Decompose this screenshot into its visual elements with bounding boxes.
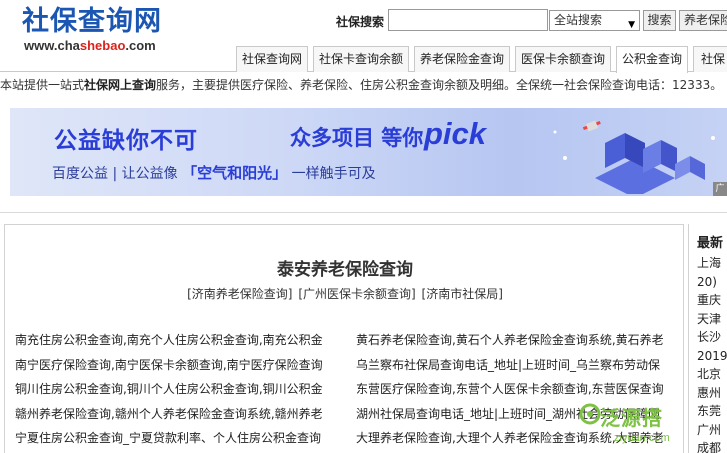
tab-social-security[interactable]: 社保 (693, 46, 727, 72)
watermark-url: ziyuan.com (614, 432, 670, 444)
sidebar-item[interactable]: 惠州 (697, 384, 727, 403)
list-item[interactable]: 黄石养老保险查询,黄石个人养老保险金查询系统,黄石养老 (356, 328, 686, 353)
banner-pick: pick (424, 116, 487, 151)
tab-medical-card[interactable]: 医保卡余额查询 (515, 46, 611, 72)
list-item[interactable]: 南宁医疗保险查询,南宁医保卡余额查询,南宁医疗保险查询 (15, 353, 333, 378)
pension-search-button[interactable]: 养老保险 (679, 10, 727, 31)
sidebar-item[interactable]: 20) (697, 273, 727, 292)
site-notice: 本站提供一站式社保网上查询服务，主要提供医疗保险、养老保险、住房公积金查询余额及… (0, 78, 723, 92)
logo-title: 社保查询网 (22, 6, 162, 37)
page-title: 泰安养老保险查询 (277, 260, 413, 280)
article-list-left: 南充住房公积金查询,南充个人住房公积金查询,南充公积金 南宁医疗保险查询,南宁医… (15, 328, 333, 451)
search-button[interactable]: 搜索 (643, 10, 676, 31)
sidebar-item[interactable]: 长沙 (697, 328, 727, 347)
related-link-guangzhou-medical[interactable]: [广州医保卡余额查询] (298, 287, 415, 301)
divider (0, 212, 727, 213)
tab-housing-fund[interactable]: 公积金查询 (616, 46, 688, 73)
list-item[interactable]: 宁夏住房公积金查询_宁夏贷款利率、个人住房公积金查询 (15, 426, 333, 451)
list-item[interactable]: 南充住房公积金查询,南充个人住房公积金查询,南充公积金 (15, 328, 333, 353)
banner-tagline: 众多项目 等你 (290, 126, 424, 150)
banner-ad[interactable]: 公益缺你不可 众多项目 等你 pick 百度公益 | 让公益像 「空气和阳光」 … (10, 108, 727, 196)
sidebar-item[interactable]: 北京 (697, 365, 727, 384)
latest-sidebar: 最新 上海 20) 重庆 天津 长沙 2019 北京 惠州 东莞 广州 成都 (688, 224, 727, 453)
sidebar-item[interactable]: 上海 (697, 254, 727, 273)
tab-card-balance[interactable]: 社保卡查询余额 (313, 46, 409, 72)
list-item[interactable]: 东营医疗保险查询,东营个人医保卡余额查询,东营医保查询 (356, 377, 686, 402)
list-item[interactable]: 乌兰察布社保局查询电话_地址|上班时间_乌兰察布劳动保 (356, 353, 686, 378)
sidebar-item[interactable]: 重庆 (697, 291, 727, 310)
related-link-jinan-bureau[interactable]: [济南市社保局] (422, 287, 503, 301)
search-scope-value: 全站搜索 (554, 13, 603, 27)
banner-title: 公益缺你不可 (54, 128, 198, 154)
sidebar-list: 上海 20) 重庆 天津 长沙 2019 北京 惠州 东莞 广州 成都 (697, 254, 727, 453)
sidebar-item[interactable]: 2019 (697, 347, 727, 366)
sidebar-title: 最新 (697, 236, 724, 251)
list-item[interactable]: 赣州养老保险查询,赣州个人养老保险金查询系统,赣州养老 (15, 402, 333, 427)
sidebar-item[interactable]: 成都 (697, 439, 727, 453)
sidebar-item[interactable]: 东莞 (697, 402, 727, 421)
banner-subtitle: 百度公益 | 让公益像 「空气和阳光」 一样触手可及 (52, 164, 376, 182)
list-item[interactable]: 铜川住房公积金查询,铜川个人住房公积金查询,铜川公积金 (15, 377, 333, 402)
city-illustration-icon (553, 120, 715, 194)
chevron-down-icon: ▼ (628, 20, 635, 30)
tab-home[interactable]: 社保查询网 (236, 46, 308, 72)
sidebar-item[interactable]: 广州 (697, 421, 727, 440)
sidebar-item[interactable]: 天津 (697, 310, 727, 329)
watermark: 泛源搭 ziyuan.com (578, 402, 688, 452)
tab-pension[interactable]: 养老保险金查询 (414, 46, 510, 72)
watermark-logo-icon (579, 403, 601, 425)
main-nav: 社保查询网 社保卡查询余额 养老保险金查询 医保卡余额查询 公积金查询 社保 (0, 44, 727, 73)
search-scope-select[interactable]: 全站搜索 ▼ (549, 10, 640, 31)
search-label: 社保搜索 (336, 15, 385, 29)
watermark-text: 泛源搭 (600, 406, 663, 430)
ad-badge[interactable]: 广 (713, 182, 727, 196)
search-input[interactable] (388, 9, 548, 31)
related-links: [济南养老保险查询] [广州医保卡余额查询] [济南市社保局] (5, 285, 685, 302)
related-link-jinan-pension[interactable]: [济南养老保险查询] (187, 287, 292, 301)
